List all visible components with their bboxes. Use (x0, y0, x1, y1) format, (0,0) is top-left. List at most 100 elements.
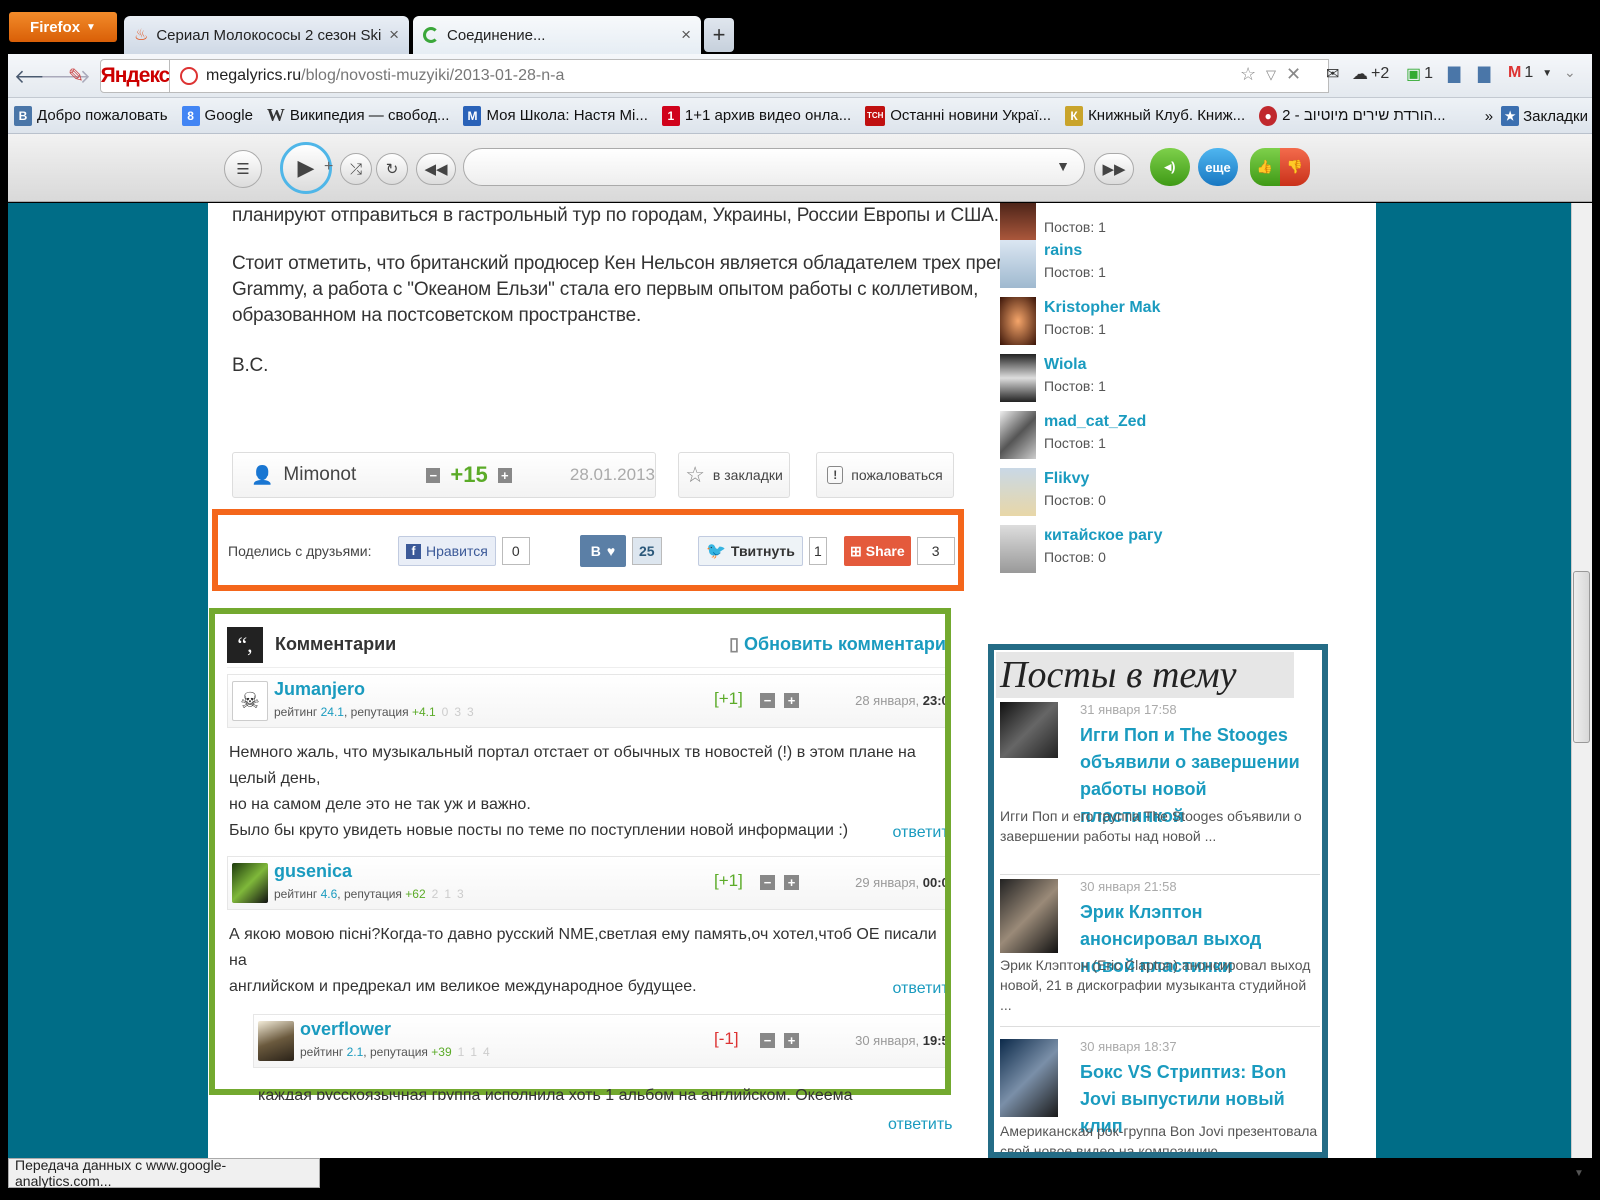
bookmarks-overflow-button[interactable]: » (1485, 108, 1493, 125)
vk-ext-icon: ▇ (1448, 66, 1461, 83)
comment-vote: [+1] (714, 689, 743, 708)
vk-count: 25 (632, 537, 662, 565)
bookmark-item[interactable]: W Википедия — свобод... (267, 105, 450, 126)
volume-button[interactable]: ◂) (1150, 148, 1190, 186)
comment-author[interactable]: overflower (300, 1019, 391, 1040)
yandex-search-button[interactable]: Яндекс (100, 59, 170, 93)
reply-link[interactable]: ответить (893, 824, 946, 842)
gold-medal-count: 1 (457, 1045, 465, 1059)
vote-up-button[interactable]: + (497, 467, 512, 483)
post-thumbnail[interactable] (1000, 702, 1058, 758)
related-posts-title: Посты в тему (996, 652, 1294, 698)
reply-link[interactable]: ответить (893, 980, 946, 998)
user-name[interactable]: Kristopher Mak (1044, 299, 1160, 317)
scroll-down-arrow-icon[interactable]: ▼ (1574, 1168, 1584, 1179)
avatar[interactable]: ☠ (232, 681, 268, 721)
tab-skins[interactable]: ♨ Сериал Молокососы 2 сезон Skins ... × (124, 16, 409, 54)
next-button[interactable]: ▶▶ (1094, 153, 1134, 185)
post-thumbnail[interactable] (1000, 1039, 1058, 1117)
posts-count: 1 (1098, 264, 1106, 280)
avatar[interactable] (258, 1021, 294, 1061)
address-bar[interactable]: megalyrics.ru/blog/novosti-muzyiki/2013-… (169, 59, 1329, 93)
vote-down-button[interactable]: − (426, 467, 441, 483)
close-tab-icon[interactable]: × (389, 25, 399, 45)
vote-up-button[interactable]: + (784, 875, 799, 890)
related-post[interactable]: 30 января 18:37 Бокс VS Стриптиз: Bon Jo… (1000, 1026, 1320, 1152)
user-item[interactable]: Flikvy Постов: 0 (1000, 468, 1300, 518)
bookmark-item[interactable]: ● 2 - הורדת שירים מיוטיוב... (1259, 105, 1446, 126)
bookmark-star-icon[interactable]: ☆ (1240, 64, 1256, 85)
user-name[interactable]: mad_cat_Zed (1044, 413, 1146, 431)
twitter-tweet[interactable]: 🐦 Твитнуть 1 (698, 535, 827, 567)
user-item[interactable]: mad_cat_Zed Постов: 1 (1000, 411, 1300, 461)
vk-extension[interactable]: ▇ (1448, 64, 1460, 84)
lock-extension[interactable]: ▇ (1478, 64, 1490, 84)
dislike-button[interactable]: 👎 (1280, 148, 1310, 186)
user-item[interactable]: rains Постов: 1 (1000, 240, 1300, 290)
user-item[interactable]: китайское рагу Постов: 0 (1000, 525, 1300, 575)
bookmark-item[interactable]: M Моя Школа: Настя Mi... (463, 105, 648, 126)
firefox-menu-button[interactable]: Firefox ▼ (9, 12, 117, 42)
post-thumbnail[interactable] (1000, 879, 1058, 953)
facebook-like-label: Нравится (426, 543, 488, 559)
bookmark-item[interactable]: В Добро пожаловать (14, 105, 168, 126)
gmail-extension[interactable]: M 1 ▼ (1508, 64, 1552, 82)
posts-word: Постов: (1044, 492, 1095, 508)
stop-icon[interactable]: ✕ (1286, 64, 1301, 85)
new-tab-button[interactable]: + (704, 18, 734, 52)
user-name[interactable]: rains (1044, 242, 1082, 260)
previous-button[interactable]: ◀◀ (416, 153, 456, 185)
facebook-like[interactable]: f Нравится 0 (398, 535, 530, 567)
playlist-menu-button[interactable]: ☰ (224, 150, 262, 188)
add-bookmark-button[interactable]: ☆ в закладки (678, 452, 790, 498)
history-dropdown-icon[interactable]: ▽ (1266, 67, 1276, 83)
close-tab-icon[interactable]: × (681, 25, 691, 45)
comment-header: gusenica рейтинг 4.6, репутация +62 2 1 3 [… (227, 856, 945, 910)
bookmarks-folder-button[interactable]: ★ Закладки (1501, 106, 1588, 126)
bookmark-item[interactable]: ТСН Останні новини Украї... (865, 105, 1051, 126)
refresh-comments-link[interactable]: ▯ Обновить комментарии (729, 634, 945, 655)
complain-button[interactable]: ! пожаловаться (816, 452, 954, 498)
shuffle-button[interactable]: ⤮ (340, 153, 372, 185)
money-extension[interactable]: ▣ 1 (1406, 64, 1433, 84)
yandex-bar-icon[interactable]: ✎ (68, 65, 84, 88)
tab-connecting[interactable]: Соединение... × (413, 16, 701, 54)
user-item[interactable]: Wiola Постов: 1 (1000, 354, 1300, 404)
comment-author[interactable]: gusenica (274, 861, 352, 882)
track-selector[interactable]: ▼ (463, 148, 1085, 186)
facebook-icon: f (406, 543, 421, 559)
vote-up-button[interactable]: + (784, 1033, 799, 1048)
bookmark-item[interactable]: 1 1+1 архив видео онла... (661, 105, 851, 126)
user-name[interactable]: китайское рагу (1044, 527, 1162, 545)
comment-date-day: 30 января, (855, 1033, 920, 1048)
mail-extension[interactable]: ✉ (1326, 64, 1339, 84)
repeat-button[interactable]: ↻ (376, 153, 408, 185)
reputation-value: +62 (405, 887, 426, 901)
more-button[interactable]: еще (1198, 148, 1238, 186)
cloud-extension[interactable]: ☁ +2 (1352, 64, 1389, 84)
vk-like[interactable]: В ♥ 25 (580, 535, 662, 567)
avatar[interactable] (232, 863, 268, 903)
bookmark-item[interactable]: 8 Google (181, 105, 253, 126)
author-name[interactable]: Mimonot (283, 464, 416, 486)
vote-down-button[interactable]: − (760, 875, 775, 890)
related-post[interactable]: 30 января 21:58 Эрик Клэптон анонсировал… (1000, 874, 1320, 1024)
user-item[interactable]: Постов: 1 (1000, 203, 1300, 245)
user-name[interactable]: Wiola (1044, 356, 1087, 374)
like-button[interactable]: 👍 (1250, 148, 1280, 186)
avatar (1000, 354, 1036, 402)
vote-down-button[interactable]: − (760, 693, 775, 708)
add-icon[interactable]: + (324, 158, 333, 176)
user-name[interactable]: Flikvy (1044, 470, 1089, 488)
share-button[interactable]: ⊞ Share 3 (844, 535, 955, 567)
article-paragraph: планируют отправиться в гастрольный тур … (232, 205, 999, 226)
related-post[interactable]: 31 января 17:58 Игги Поп и The Stooges о… (1000, 702, 1320, 872)
scrollbar-thumb[interactable] (1573, 571, 1590, 743)
vote-down-button[interactable]: − (760, 1033, 775, 1048)
bookmark-item[interactable]: К Книжный Клуб. Книж... (1065, 105, 1245, 126)
reply-link[interactable]: ответить (888, 1116, 953, 1134)
extension-menu-icon[interactable]: ⌄ (1564, 64, 1576, 81)
comment-author[interactable]: Jumanjero (274, 679, 365, 700)
vote-up-button[interactable]: + (784, 693, 799, 708)
user-item[interactable]: Kristopher Mak Постов: 1 (1000, 297, 1300, 347)
